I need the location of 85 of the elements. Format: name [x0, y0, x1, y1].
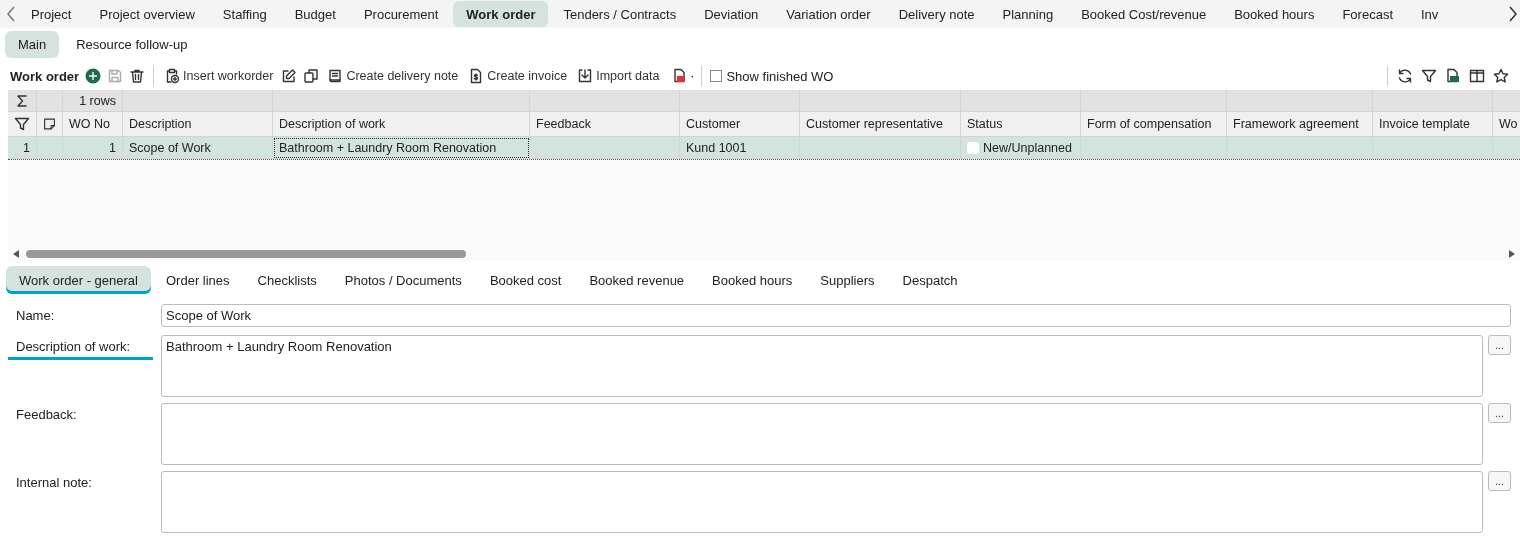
toolbar-button[interactable]: Import data — [575, 68, 662, 84]
tab[interactable]: Planning — [989, 1, 1067, 27]
star-icon[interactable] — [1492, 68, 1510, 84]
tab[interactable]: Booked Cost/revenue — [1068, 1, 1220, 27]
scroll-right-icon[interactable] — [1508, 249, 1516, 259]
table-cell: Scope of Work — [123, 137, 273, 159]
column-header[interactable]: Description — [123, 112, 273, 137]
tab[interactable]: Despatch — [889, 266, 971, 294]
copy-icon[interactable] — [303, 68, 320, 84]
column-header[interactable]: Framework agreement — [1227, 112, 1373, 137]
more-button[interactable]: ... — [1488, 471, 1511, 491]
sum-icon[interactable] — [14, 92, 30, 109]
tab[interactable]: Budget — [281, 1, 349, 27]
field-label: Description of work: — [8, 335, 153, 360]
text-field[interactable]: Scope of Work — [161, 304, 1511, 327]
book-icon[interactable] — [327, 68, 344, 84]
note-icon[interactable] — [43, 116, 56, 132]
edit-icon[interactable] — [281, 68, 298, 84]
toolbar-button[interactable]: Create delivery note — [325, 68, 461, 84]
checkbox[interactable] — [710, 70, 723, 82]
columns-icon[interactable] — [1468, 68, 1486, 84]
field-label: Name: — [15, 307, 56, 325]
toolbar-button[interactable]: Create invoice — [466, 68, 570, 84]
status-text: New/Unplanned — [983, 140, 1072, 155]
tab[interactable]: Staffing — [209, 1, 280, 27]
column-header[interactable] — [8, 112, 37, 137]
sub-tab[interactable]: Resource follow-up — [63, 30, 201, 58]
scroll-left-icon[interactable] — [12, 249, 20, 259]
download-icon[interactable] — [577, 68, 594, 84]
tab[interactable]: Work order — [453, 1, 549, 27]
tab[interactable]: Inv — [1408, 1, 1452, 27]
column-header[interactable]: Customer — [680, 112, 800, 137]
tab[interactable]: Procurement — [350, 1, 452, 27]
tab[interactable]: Photos / Documents — [331, 266, 475, 294]
tab[interactable]: Deviation — [691, 1, 772, 27]
table-cell: Bathroom + Laundry Room Renovation — [273, 137, 530, 159]
tab[interactable]: Booked cost — [476, 266, 575, 294]
tab[interactable]: Checklists — [244, 266, 330, 294]
column-header[interactable]: Description of work — [273, 112, 530, 137]
checkbox-label: Show finished WO — [726, 68, 834, 84]
column-header[interactable]: Status — [961, 112, 1081, 137]
status-swatch — [967, 141, 979, 154]
tab[interactable]: Forecast — [1329, 1, 1406, 27]
column-header[interactable]: Feedback — [530, 112, 680, 137]
table-cell: 1 — [63, 137, 123, 159]
scroll-right-icon[interactable] — [1506, 5, 1520, 23]
excel-export-icon[interactable] — [1444, 68, 1462, 84]
tab[interactable]: Suppliers — [807, 266, 888, 294]
table-cell — [37, 137, 63, 159]
more-button[interactable]: ... — [1488, 403, 1511, 423]
column-header[interactable]: Form of compensation — [1081, 112, 1227, 137]
column-header[interactable]: Wo — [1493, 112, 1520, 137]
table-row[interactable]: 1 1 Scope of Work Bathroom + Laundry Room Renovation Kund 1001 New/Unplanned — [8, 137, 1520, 160]
more-button[interactable]: ... — [1488, 335, 1511, 355]
trash-icon[interactable] — [129, 68, 146, 84]
toolbar-button[interactable]: Insert workorder — [162, 68, 276, 84]
field-label: Internal note: — [15, 474, 93, 492]
filter-icon[interactable] — [1420, 68, 1438, 84]
text-area[interactable]: Bathroom + Laundry Room Renovation — [161, 335, 1483, 397]
scrollbar-thumb[interactable] — [26, 250, 466, 258]
tab[interactable]: Project overview — [86, 1, 208, 27]
sub-tab[interactable]: Main — [5, 30, 60, 58]
tab[interactable]: Booked hours — [699, 266, 806, 294]
column-header[interactable]: Invoice template — [1373, 112, 1493, 137]
row-count: 1 rows — [63, 90, 123, 112]
scroll-left-icon[interactable] — [4, 5, 18, 23]
tab[interactable]: Project — [18, 1, 85, 27]
clipboard-plus-icon[interactable] — [164, 68, 181, 84]
column-header[interactable]: WO No — [63, 112, 123, 137]
refresh-icon[interactable] — [1396, 68, 1414, 84]
filter-icon[interactable] — [14, 116, 30, 132]
tab[interactable]: Delivery note — [885, 1, 988, 27]
tab[interactable]: Order lines — [153, 266, 243, 294]
column-header[interactable] — [37, 112, 63, 137]
tab[interactable]: Variation order — [773, 1, 884, 27]
tab[interactable]: Booked hours — [1221, 1, 1328, 27]
field-label: Feedback: — [15, 406, 78, 424]
add-icon[interactable] — [85, 68, 102, 84]
tab[interactable]: Tenders / Contracts — [550, 1, 690, 27]
table-cell: Kund 1001 — [680, 137, 800, 159]
tab[interactable]: Booked revenue — [576, 266, 698, 294]
column-header[interactable]: Customer representative — [800, 112, 961, 137]
tab[interactable]: Work order - general — [6, 266, 151, 294]
table-cell: 1 — [8, 137, 37, 159]
toolbar-title: Work order — [10, 68, 80, 84]
